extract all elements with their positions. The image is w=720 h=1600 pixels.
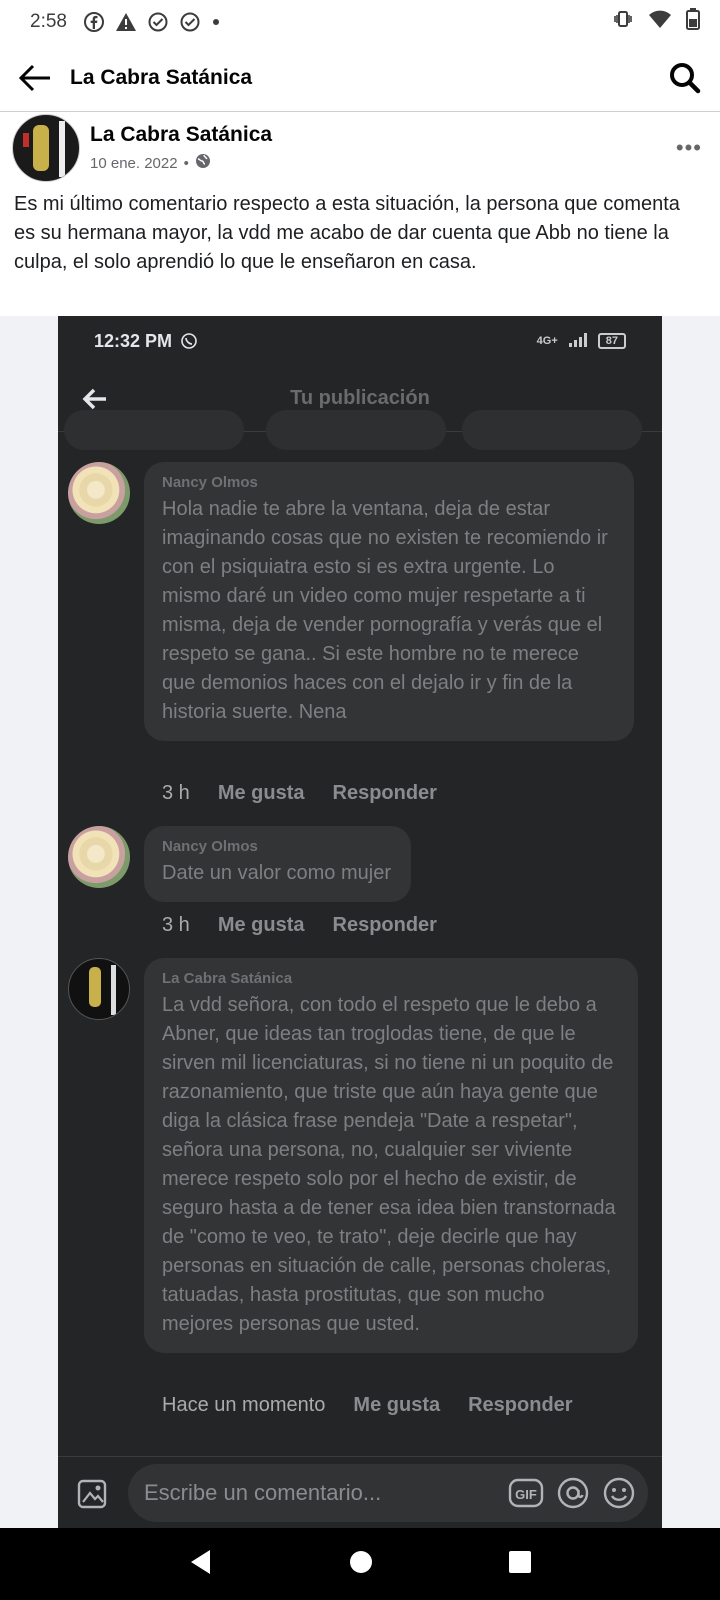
check-circle-icon [179,11,201,33]
system-nav-bar [0,1528,720,1600]
comment-text: La vdd señora, con todo el respeto que l… [162,994,616,1335]
reaction-pill [462,410,642,450]
comment-author: La Cabra Satánica [162,970,293,987]
avatar [68,958,130,1020]
mention-icon [556,1476,590,1510]
comment-text: Date un valor como mujer [162,862,391,884]
like-button: Me gusta [217,914,305,936]
reply-button: Responder [468,1394,573,1416]
post-header: La Cabra Satánica 10 ene. 2022 • ••• [0,112,720,184]
comment-author: Nancy Olmos [162,474,258,491]
reaction-pill [266,410,446,450]
comment-author: Nancy Olmos [162,838,258,855]
app-bar: La Cabra Satánica [0,44,720,112]
check-circle-icon [147,11,169,33]
gif-icon: GIF [508,1478,544,1508]
comment-time: Hace un momento [162,1394,326,1416]
dot-icon [211,17,221,27]
avatar [68,462,130,524]
comment-bubble: La Cabra Satánica La vdd señora, con tod… [144,958,638,1353]
post-date-text[interactable]: 10 ene. 2022 [90,155,178,172]
comment-actions: Hace un momento Me gusta Responder [162,1394,573,1417]
signal-icon [568,332,588,350]
image-icon [58,1476,128,1510]
vibrate-icon [612,8,634,36]
reaction-pill [64,410,244,450]
post-author[interactable]: La Cabra Satánica [90,123,272,147]
globe-icon [195,153,211,173]
embedded-status-time: 12:32 PM [94,330,173,351]
embedded-title: Tu publicación [290,387,430,409]
comment-input: Escribe un comentario... GIF [128,1463,648,1522]
warning-icon [115,11,137,33]
emoji-icon [602,1476,636,1510]
separator-dot: • [183,154,189,172]
like-button: Me gusta [353,1394,441,1416]
comment-time: 3 h [162,914,190,936]
status-time: 2:58 [30,11,67,32]
embedded-battery: 87 [597,333,626,349]
battery-icon [686,8,700,36]
more-options-icon[interactable]: ••• [676,135,702,161]
avatar [68,826,130,888]
like-button: Me gusta [217,782,305,804]
page-title: La Cabra Satánica [70,65,253,89]
back-arrow-icon[interactable] [0,44,70,112]
post-text: Es mi último comentario respecto a esta … [14,193,680,273]
post-image[interactable]: 12:32 PM 4G+ 87 Tu publicación Nancy Olm… [58,316,662,1528]
status-bar: 2:58 [0,0,720,44]
comment-bubble: Nancy Olmos Hola nadie te abre la ventan… [144,462,634,741]
avatar[interactable] [12,114,80,182]
svg-text:GIF: GIF [515,1487,537,1502]
search-icon[interactable] [650,44,720,112]
post-date: 10 ene. 2022 • [90,153,272,173]
nav-back-icon[interactable] [188,1548,214,1581]
comment-actions: 3 h Me gusta Responder [162,914,437,937]
nav-recents-icon[interactable] [508,1550,532,1579]
comment-bubble: Nancy Olmos Date un valor como mujer [144,826,411,902]
facebook-notification-icon [83,11,105,33]
embedded-status-bar: 12:32 PM 4G+ 87 [58,316,662,366]
comment-placeholder: Escribe un comentario... [144,1479,382,1505]
reply-button: Responder [332,782,437,804]
comment-time: 3 h [162,782,190,804]
network-label: 4G+ [536,335,558,347]
post-meta: La Cabra Satánica 10 ene. 2022 • [90,123,272,173]
nav-home-icon[interactable] [349,1550,373,1579]
comment-actions: 3 h Me gusta Responder [162,782,437,805]
back-arrow-icon [58,388,132,410]
reply-button: Responder [332,914,437,936]
comment-text: Hola nadie te abre la ventana, deja de e… [162,498,608,723]
embedded-comment-bar: Escribe un comentario... GIF [58,1456,662,1528]
wifi-icon [648,8,672,36]
whatsapp-icon [180,332,198,350]
